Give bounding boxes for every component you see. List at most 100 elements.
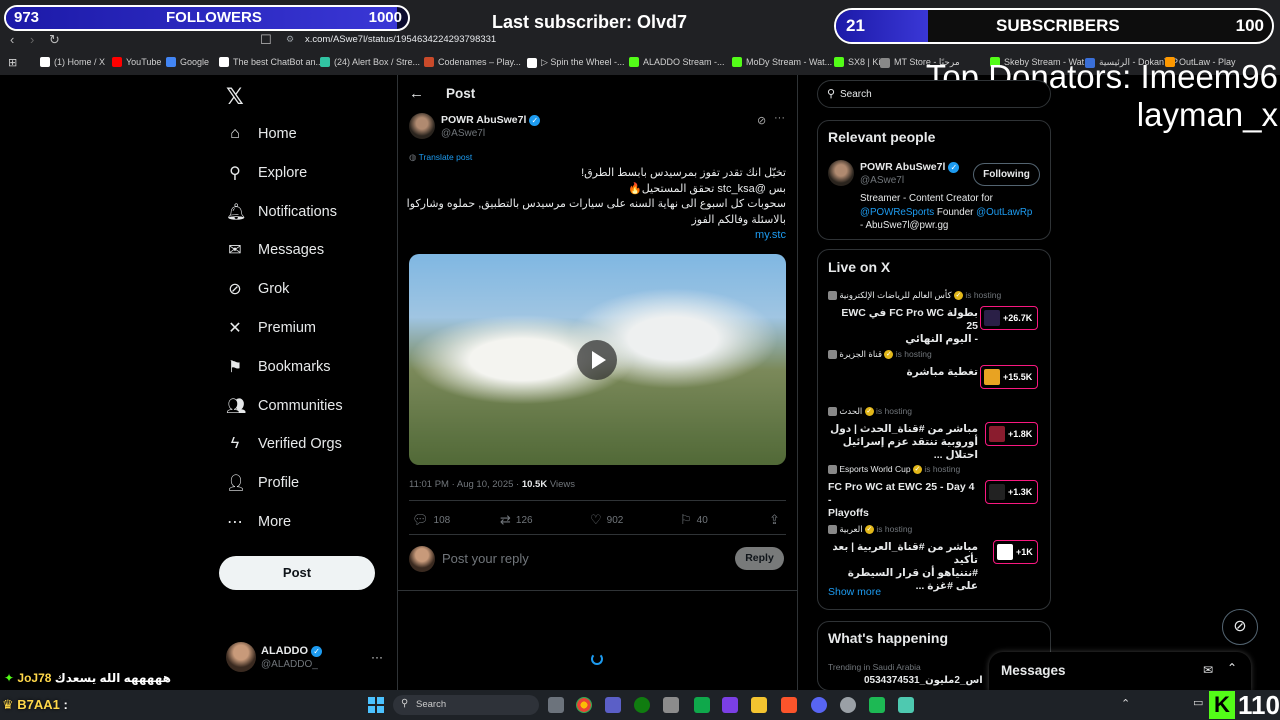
live-title[interactable]: تغطية مباشرة	[828, 366, 978, 379]
file-explorer-icon[interactable]	[751, 697, 767, 713]
sidebar-item-explore[interactable]: ⚲ Explore	[226, 158, 307, 188]
live-hosting-label: is hosting	[876, 524, 913, 534]
sidebar-item-messages[interactable]: ✉ Messages	[226, 235, 324, 265]
tray-chevron-icon[interactable]: ⌃	[1121, 697, 1130, 710]
sidebar-item-home[interactable]: ⌂ Home	[226, 119, 297, 149]
xbox-icon[interactable]	[634, 697, 650, 713]
person-name-row[interactable]: POWR AbuSwe7l ✓	[860, 161, 960, 173]
bio-mention-powresports[interactable]: @POWReSports	[860, 207, 934, 218]
trend-item[interactable]: اس_2مليون_0534374531	[864, 675, 983, 686]
brave-icon[interactable]	[781, 697, 797, 713]
bookmark-item[interactable]: Codenames – Play...	[424, 57, 521, 67]
game-icon[interactable]	[722, 697, 738, 713]
reply-action[interactable]: 💬︎ 108	[412, 512, 450, 528]
bio-mention-outlawrp[interactable]: @OutLawRp	[976, 207, 1032, 218]
like-action[interactable]: ♡ 902	[590, 512, 623, 528]
post-link[interactable]: my.stc	[406, 228, 786, 244]
bookmark-item[interactable]: The best ChatBot an...	[219, 57, 323, 67]
forward-icon[interactable]: ›	[30, 32, 34, 47]
live-host-row[interactable]: Esports World Cup ✓ is hosting	[828, 464, 960, 475]
account-avatar[interactable]	[226, 642, 256, 672]
person-avatar[interactable]	[828, 160, 854, 186]
chevron-up-icon[interactable]: ⌃	[1227, 661, 1237, 675]
sidebar-item-grok[interactable]: ⊘ Grok	[226, 274, 289, 304]
sidebar-item-verified-orgs[interactable]: ϟ Verified Orgs	[226, 429, 342, 459]
post-button[interactable]: Post	[219, 556, 375, 590]
sidebar-item-more[interactable]: ⋯ More	[226, 507, 291, 537]
live-host-row[interactable]: كأس العالم للرياضات الإلكترونية ✓ is hos…	[828, 290, 1001, 301]
post-more-icon[interactable]: ···	[774, 112, 785, 124]
account-handle: @ALADDO_	[261, 659, 318, 670]
author-handle[interactable]: @ASwe7l	[441, 128, 485, 139]
bookmark-item[interactable]: ▷ Spin the Wheel -...	[527, 57, 624, 68]
live-listener-badge[interactable]: +1.3K	[985, 480, 1038, 504]
back-arrow-icon[interactable]: ←	[409, 85, 424, 102]
new-message-icon[interactable]: ✉	[1203, 663, 1213, 677]
sidebar-item-profile[interactable]: 👤︎ Profile	[226, 468, 299, 498]
reload-icon[interactable]: ↻	[49, 32, 60, 48]
followers-goal-bar: 973 FOLLOWERS 1000	[4, 5, 410, 31]
live-title-line1: FC Pro WC at EWC 25 - Day 4 -	[828, 481, 975, 506]
apps-grid-icon[interactable]: ⊞	[8, 56, 17, 69]
grok-floating-icon[interactable]: ⊘	[1222, 609, 1258, 645]
reply-input[interactable]: Post your reply	[442, 551, 529, 566]
site-info-icon[interactable]: ⚙	[286, 34, 294, 45]
show-more-link[interactable]: Show more	[828, 586, 881, 598]
bookmark-item[interactable]: Google	[166, 57, 209, 67]
bookmark-item[interactable]: MoDy Stream - Wat...	[732, 57, 832, 67]
chat-line-2: ♛ B7AA1 :	[2, 697, 68, 713]
x-logo-icon[interactable]: 𝕏	[226, 84, 244, 110]
account-more-icon[interactable]: ···	[371, 650, 383, 664]
live-host-row[interactable]: العربية ✓ is hosting	[828, 524, 912, 535]
discord-icon[interactable]	[811, 697, 827, 713]
bookmark-item[interactable]: ALADDO Stream -...	[629, 57, 725, 67]
reply-button[interactable]: Reply	[735, 547, 784, 570]
live-listener-badge[interactable]: +26.7K	[980, 306, 1038, 330]
bookmark-page-icon[interactable]: ☐	[260, 32, 272, 48]
windows-start-icon[interactable]	[368, 697, 384, 713]
bookmark-item[interactable]: YouTube	[112, 57, 161, 67]
grok-icon[interactable]: ⊘	[757, 114, 766, 127]
bookmark-item[interactable]: (24) Alert Box / Stre...	[320, 57, 420, 67]
back-icon[interactable]: ‹	[10, 32, 14, 47]
settings-icon[interactable]	[840, 697, 856, 713]
xbox-app-icon[interactable]	[694, 697, 710, 713]
teams-icon[interactable]	[605, 697, 621, 713]
sidebar-item-communities[interactable]: 👥︎ Communities	[226, 391, 343, 421]
app-icon[interactable]	[663, 697, 679, 713]
translate-post-link[interactable]: ◍ Translate post	[409, 152, 472, 163]
bookmark-action[interactable]: ⚐ 40	[680, 512, 708, 528]
last-subscriber: Last subscriber: Olvd7	[492, 12, 688, 32]
live-host-row[interactable]: الحدث ✓ is hosting	[828, 406, 912, 417]
author-avatar[interactable]	[409, 113, 435, 139]
live-listener-badge[interactable]: +1.8K	[985, 422, 1038, 446]
account-menu[interactable]: ALADDO ✓ @ALADDO_	[261, 645, 323, 670]
sidebar-item-premium[interactable]: ✕ Premium	[226, 313, 316, 343]
messages-drawer[interactable]: Messages ✉ ⌃	[989, 652, 1251, 692]
share-action[interactable]: ⇪	[769, 512, 780, 528]
live-host-row[interactable]: قناة الجزيرة ✓ is hosting	[828, 349, 932, 360]
network-icon[interactable]: ▭	[1193, 696, 1203, 709]
sidebar-item-bookmarks[interactable]: ⚑ Bookmarks	[226, 352, 331, 382]
live-listener-badge[interactable]: +1K	[993, 540, 1038, 564]
bookmark-favicon-icon	[166, 57, 176, 67]
live-title[interactable]: بطولة FC Pro WC في EWC 25- اليوم النهائي	[828, 307, 978, 346]
author-name-row[interactable]: POWR AbuSwe7l ✓	[441, 114, 541, 126]
bookmark-item[interactable]: (1) Home / X	[40, 57, 105, 67]
following-button[interactable]: Following	[973, 163, 1040, 186]
app-green-icon[interactable]	[869, 697, 885, 713]
taskbar-search[interactable]: ⚲ Search	[393, 695, 539, 715]
live-listener-badge[interactable]: +15.5K	[980, 365, 1038, 389]
sidebar-item-notifications[interactable]: 🔔︎ Notifications	[226, 197, 337, 227]
live-title[interactable]: FC Pro WC at EWC 25 - Day 4 - Playoffs	[828, 481, 978, 520]
chrome-icon[interactable]	[576, 697, 592, 713]
person-handle[interactable]: @ASwe7l	[860, 175, 904, 186]
live-title[interactable]: مباشر من #قناة_الحدث | دول أوروبية تنتقد …	[828, 423, 978, 462]
task-view-icon[interactable]	[548, 697, 564, 713]
repost-action[interactable]: ⇄ 126	[500, 512, 533, 528]
play-button[interactable]	[577, 340, 617, 380]
search-box[interactable]: ⚲ Search	[817, 80, 1051, 108]
url-text[interactable]: x.com/ASwe7l/status/1954634224293798331	[305, 34, 496, 45]
notes-icon[interactable]	[898, 697, 914, 713]
chat-msg-2: :	[63, 697, 68, 712]
